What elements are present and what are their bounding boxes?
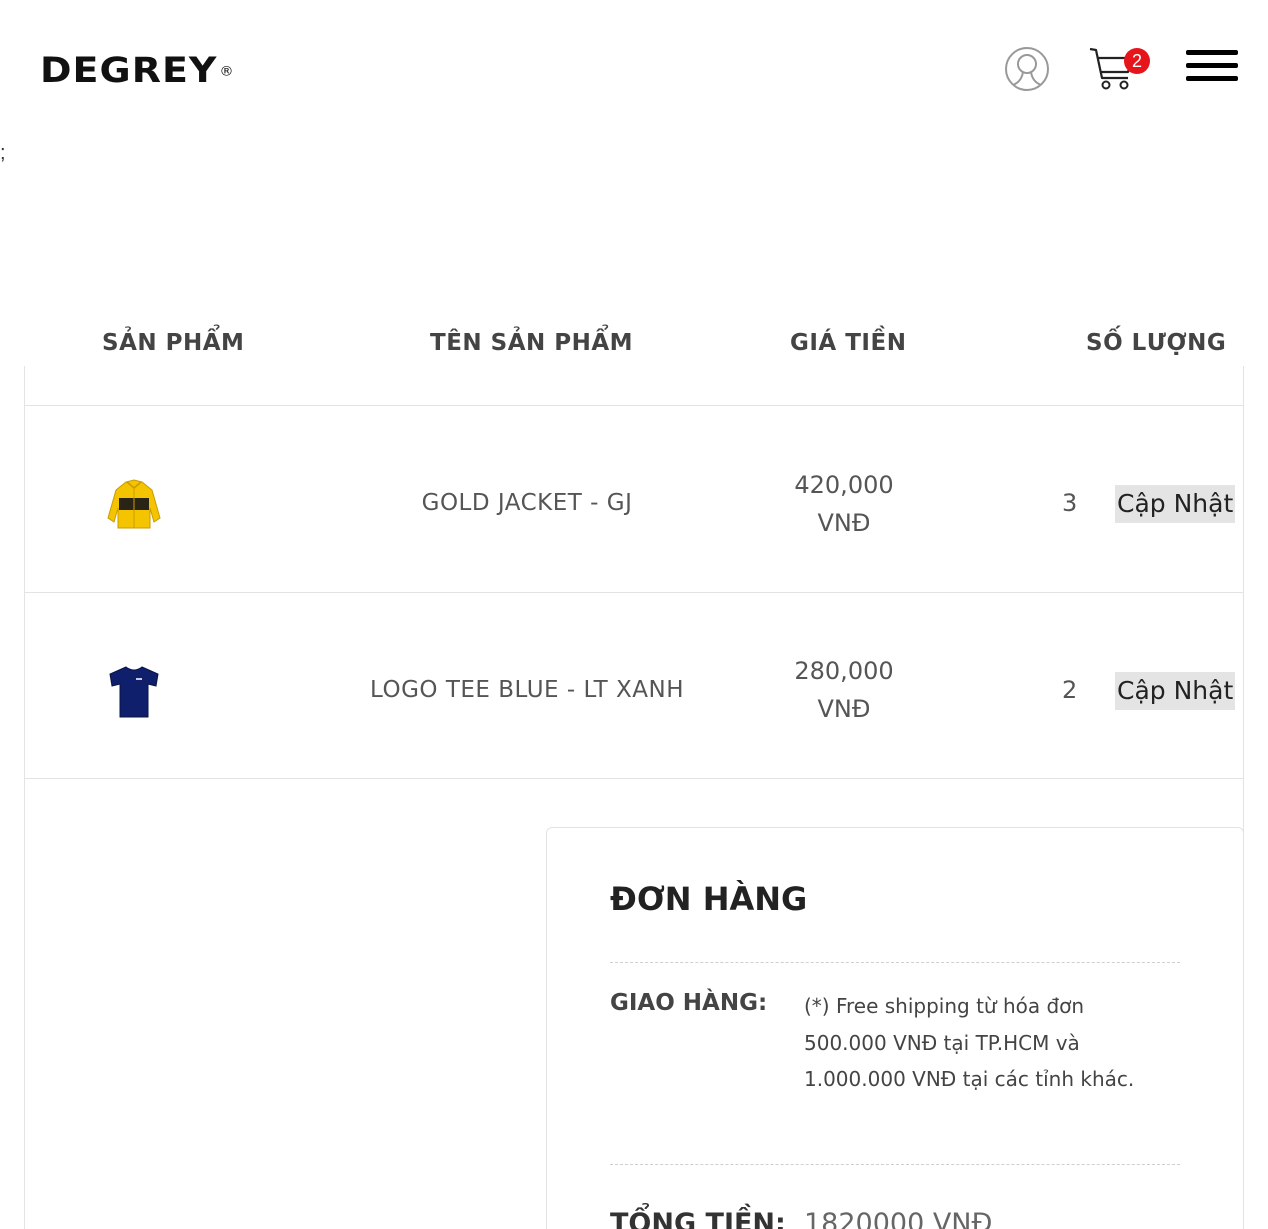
dashed-divider — [610, 962, 1180, 963]
shipping-note: (*) Free shipping từ hóa đơn 500.000 VNĐ… — [804, 994, 1135, 1091]
product-thumbnail-tee[interactable] — [106, 664, 162, 720]
menu-bar — [1186, 76, 1238, 81]
total-value: 1820000 VNĐ — [804, 1208, 993, 1229]
dashed-divider — [610, 1164, 1180, 1165]
column-header-name: TÊN SẢN PHẨM — [430, 330, 634, 356]
price-amount: 420,000 — [794, 471, 894, 499]
product-name[interactable]: GOLD JACKET - GJ — [327, 490, 727, 516]
price-currency: VNĐ — [817, 695, 871, 723]
registered-mark: ® — [219, 64, 235, 80]
column-header-product: SẢN PHẨM — [102, 330, 245, 356]
user-circle-icon[interactable] — [1004, 46, 1050, 92]
product-price: 420,000 VNĐ — [764, 466, 924, 542]
column-header-price: GIÁ TIỀN — [790, 330, 907, 356]
hamburger-menu-icon[interactable] — [1186, 50, 1238, 86]
menu-bar — [1186, 63, 1238, 68]
total-label: TỔNG TIỀN: — [610, 1208, 786, 1229]
stray-text: ; — [0, 142, 6, 164]
price-amount: 280,000 — [794, 657, 894, 685]
order-title: ĐƠN HÀNG — [610, 880, 808, 918]
row-divider — [24, 778, 1244, 779]
update-button[interactable]: Cập Nhật — [1115, 672, 1236, 710]
column-header-quantity: SỐ LƯỢNG — [1086, 330, 1227, 356]
quantity-value[interactable]: 2 — [1062, 676, 1077, 704]
brand-logo[interactable]: DEGREY ® — [40, 52, 234, 89]
logo-text: DEGREY — [40, 49, 218, 91]
menu-bar — [1186, 50, 1238, 55]
quantity-value[interactable]: 3 — [1062, 489, 1077, 517]
shipping-label: GIAO HÀNG: — [610, 990, 768, 1016]
product-name[interactable]: LOGO TEE BLUE - LT XANH — [327, 677, 727, 703]
product-thumbnail-jacket[interactable] — [104, 478, 164, 532]
cart-page: DEGREY ® 2 ; SẢN PHẨM TÊN SẢN PHẨM GIÁ TI… — [0, 0, 1268, 1229]
price-currency: VNĐ — [817, 509, 871, 537]
cart-count-badge: 2 — [1124, 48, 1150, 74]
row-divider — [24, 592, 1244, 593]
product-price: 280,000 VNĐ — [764, 652, 924, 728]
update-button[interactable]: Cập Nhật — [1115, 485, 1236, 523]
row-divider — [24, 405, 1244, 406]
